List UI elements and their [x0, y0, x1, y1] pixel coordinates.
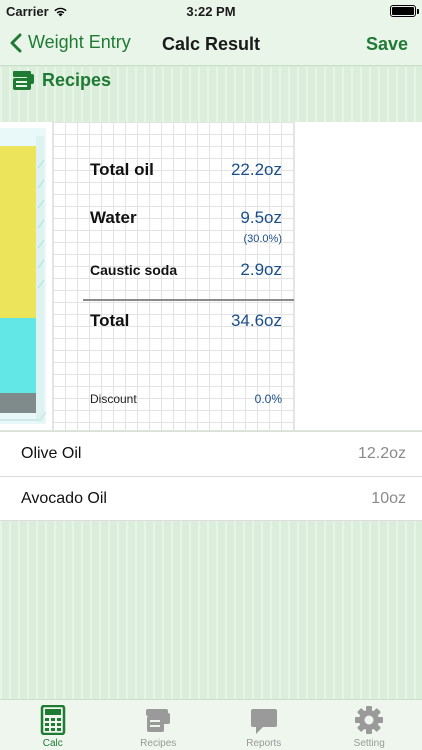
recipes-section-title: Recipes	[42, 70, 112, 90]
tab-recipes[interactable]: Recipes	[106, 700, 212, 750]
background-area	[0, 521, 422, 699]
calc-result-card: Total oil 22.2oz Water 9.5oz (30.0%) Cau…	[52, 122, 295, 430]
total-oil-row: Total oil 22.2oz	[90, 160, 282, 180]
caustic-soda-row: Caustic soda 2.9oz	[90, 260, 282, 280]
tab-setting-label: Setting	[353, 738, 385, 749]
tab-reports-label: Reports	[246, 738, 282, 749]
tab-reports[interactable]: Reports	[211, 700, 317, 750]
water-layer	[0, 318, 36, 393]
tab-bar: Calc Recipes Reports Setting	[0, 699, 422, 750]
oil-list: Olive Oil 12.2oz Avocado Oil 10oz	[0, 431, 422, 521]
discount-row: Discount 0.0%	[90, 392, 282, 406]
caustic-soda-value: 2.9oz	[240, 260, 282, 279]
total-value: 34.6oz	[230, 311, 282, 330]
navigation-bar: Weight Entry Calc Result Save	[0, 22, 422, 66]
chevron-left-icon	[10, 33, 22, 52]
tab-calc-label: Calc	[42, 738, 63, 749]
recipe-scroll-icon	[146, 709, 171, 732]
water-value: 9.5oz	[240, 208, 282, 227]
total-divider	[83, 299, 294, 301]
oil-amount: 10oz	[371, 490, 406, 507]
soap-layer-chart	[0, 128, 46, 424]
total-oil-value: 22.2oz	[230, 160, 282, 179]
discount-label: Discount	[90, 392, 137, 406]
list-item[interactable]: Olive Oil 12.2oz	[0, 431, 422, 476]
back-button-label: Weight Entry	[28, 32, 131, 52]
discount-value: 0.0%	[254, 392, 282, 406]
total-label: Total	[90, 311, 130, 330]
water-label: Water	[90, 208, 137, 227]
speech-bubble-icon	[250, 709, 277, 734]
tab-calc[interactable]: Calc	[0, 700, 106, 750]
recipe-scroll-icon	[13, 70, 34, 90]
caustic-layer	[0, 393, 36, 413]
back-button[interactable]: Weight Entry	[10, 32, 131, 53]
oil-name: Avocado Oil	[21, 490, 107, 507]
battery-icon	[390, 5, 419, 17]
status-bar: Carrier 3:22 PM	[0, 0, 422, 22]
water-percent: (30.0%)	[243, 233, 282, 245]
oil-amount: 12.2oz	[357, 445, 406, 462]
gear-icon	[355, 706, 384, 734]
water-row: Water 9.5oz	[90, 208, 282, 228]
recipes-header-strip: Recipes	[0, 67, 422, 122]
calculator-icon	[40, 705, 65, 735]
total-oil-label: Total oil	[90, 160, 154, 179]
oil-layer	[0, 146, 36, 318]
oil-name: Olive Oil	[21, 445, 82, 462]
clock: 3:22 PM	[186, 4, 236, 19]
list-item[interactable]: Avocado Oil 10oz	[0, 476, 422, 521]
caustic-soda-label: Caustic soda	[90, 262, 178, 278]
tab-recipes-label: Recipes	[140, 738, 177, 749]
save-button[interactable]: Save	[366, 34, 408, 55]
result-panel: Total oil 22.2oz Water 9.5oz (30.0%) Cau…	[0, 122, 422, 430]
tab-setting[interactable]: Setting	[317, 700, 422, 750]
total-row: Total 34.6oz	[90, 311, 282, 331]
recipes-section-header: Recipes	[12, 70, 111, 91]
